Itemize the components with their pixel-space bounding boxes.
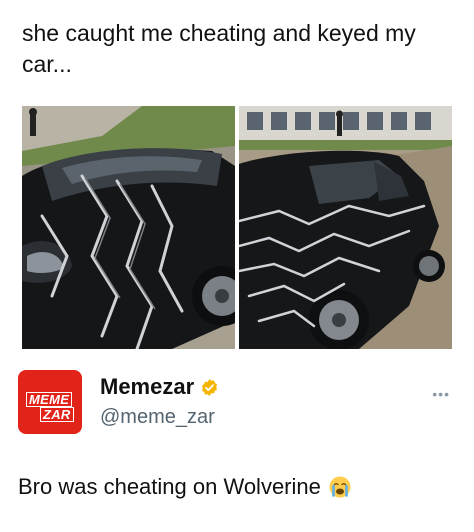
author-row[interactable]: Memezar <box>100 374 219 400</box>
avatar-logo-text-2: ZAR <box>40 407 74 422</box>
post-caption: she caught me cheating and keyed my car.… <box>22 20 416 77</box>
quoted-post[interactable]: MEME ZAR Memezar @meme_zar ••• <box>18 362 458 446</box>
post-text-body: Bro was cheating on Wolverine <box>18 474 321 499</box>
post-text: Bro was cheating on Wolverine <box>18 474 352 500</box>
keyed-car-photo-front[interactable] <box>22 106 235 349</box>
loudly-crying-face-icon <box>329 476 351 498</box>
display-name[interactable]: Memezar <box>100 374 194 400</box>
photo-grid[interactable] <box>22 106 452 349</box>
avatar-logo-text-1: MEME <box>26 392 73 407</box>
user-handle[interactable]: @meme_zar <box>100 406 215 429</box>
more-options-icon[interactable]: ••• <box>432 386 450 402</box>
avatar[interactable]: MEME ZAR <box>18 370 82 434</box>
verified-badge-icon <box>202 378 218 396</box>
keyed-car-photo-side[interactable] <box>239 106 452 349</box>
